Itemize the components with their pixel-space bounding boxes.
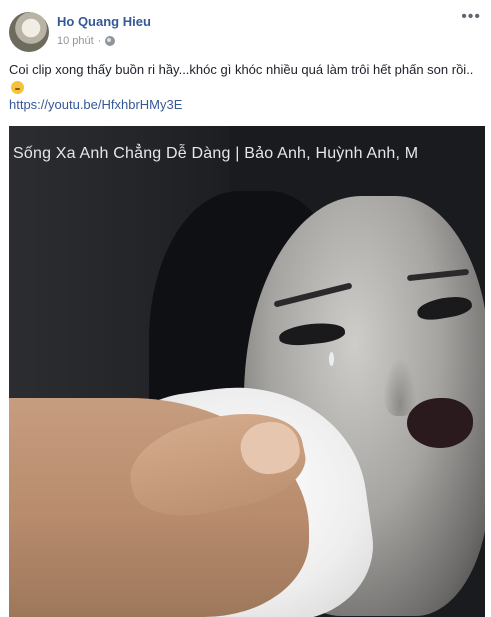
post-text-block: Coi clip xong thấy buồn ri hầy...khóc gì… bbox=[9, 61, 485, 97]
post-time[interactable]: 10 phút bbox=[57, 35, 94, 47]
avatar[interactable] bbox=[9, 12, 49, 52]
video-title-caption: Sống Xa Anh Chẳng Dễ Dàng | Bảo Anh, Huỳ… bbox=[13, 145, 419, 162]
globe-icon[interactable] bbox=[105, 36, 116, 46]
author-name[interactable]: Ho Quang Hieu bbox=[57, 14, 151, 29]
media-nose bbox=[383, 358, 417, 416]
video-thumbnail[interactable]: Sống Xa Anh Chẳng Dễ Dàng | Bảo Anh, Huỳ… bbox=[9, 126, 485, 617]
media-tear bbox=[329, 352, 334, 366]
post-meta: 10 phút · bbox=[57, 35, 116, 47]
meta-separator: · bbox=[97, 35, 102, 47]
facebook-post: Ho Quang Hieu 10 phút · ••• Coi clip xon… bbox=[0, 0, 491, 617]
youtube-link[interactable]: https://youtu.be/HfxhbrHMy3E bbox=[9, 97, 182, 112]
sad-emoji-icon bbox=[11, 81, 24, 94]
more-options-icon[interactable]: ••• bbox=[461, 9, 481, 25]
post-text: Coi clip xong thấy buồn ri hầy...khóc gì… bbox=[9, 62, 474, 77]
media-lips bbox=[407, 398, 473, 448]
